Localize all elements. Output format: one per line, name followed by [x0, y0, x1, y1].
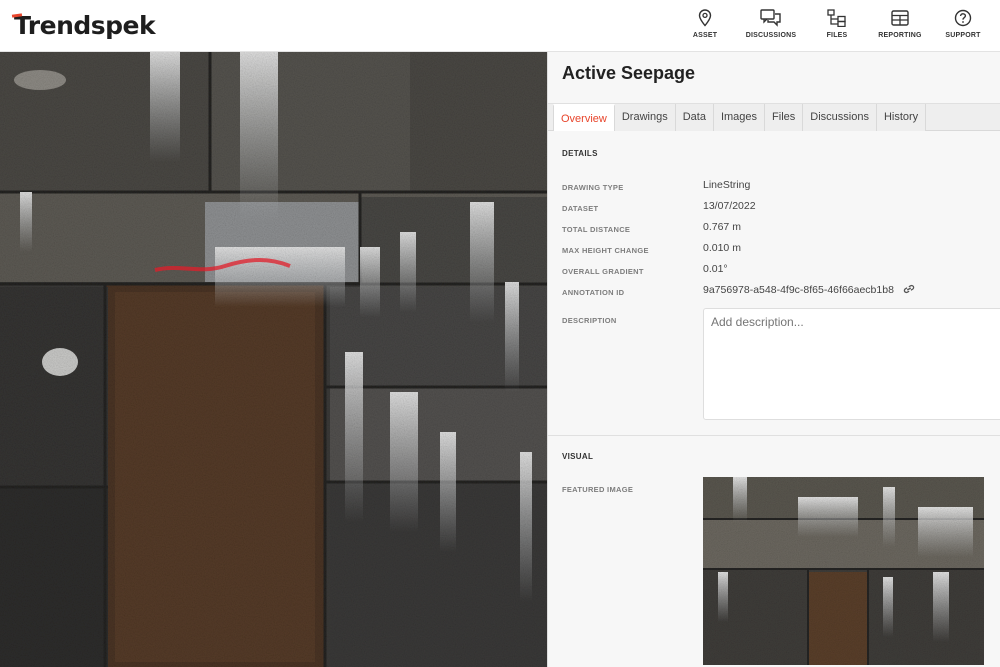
tab-discussions[interactable]: Discussions — [803, 104, 877, 131]
dataset-value: 13/07/2022 — [703, 200, 756, 212]
featured-image[interactable] — [703, 477, 984, 665]
annotation-id-value: 9a756978-a548-4f9c-8f65-46f66aecb1b8 — [703, 284, 894, 296]
tab-images[interactable]: Images — [713, 104, 766, 131]
nav-asset[interactable]: ASSET — [676, 8, 734, 39]
tab-drawings[interactable]: Drawings — [614, 104, 676, 131]
wall-photo — [0, 52, 547, 667]
nav-support-label: SUPPORT — [945, 32, 981, 39]
drawing-type-value: LineString — [703, 179, 751, 191]
image-viewer[interactable] — [0, 52, 547, 667]
details-panel: Active Seepage Overview Drawings Data Im… — [547, 52, 1000, 667]
description-field[interactable] — [703, 308, 1000, 420]
table-icon — [868, 8, 932, 28]
total-distance-label: TOTAL DISTANCE — [562, 225, 631, 234]
details-heading: DETAILS — [562, 149, 598, 158]
description-label: DESCRIPTION — [562, 316, 617, 325]
nav-discussions[interactable]: DISCUSSIONS — [736, 8, 806, 39]
max-height-change-label: MAX HEIGHT CHANGE — [562, 246, 649, 255]
folder-tree-icon — [808, 8, 866, 28]
nav-support[interactable]: SUPPORT — [934, 8, 992, 39]
top-bar: Trendspek ASSET DISCUSSIONS FILES REPORT… — [0, 0, 1000, 52]
section-divider — [548, 435, 1000, 436]
total-distance-value: 0.767 m — [703, 221, 741, 233]
nav-files-label: FILES — [826, 32, 848, 39]
help-circle-icon — [934, 8, 992, 28]
nav-files[interactable]: FILES — [808, 8, 866, 39]
nav-asset-label: ASSET — [692, 32, 718, 39]
max-height-change-value: 0.010 m — [703, 242, 741, 254]
tab-bar: Overview Drawings Data Images Files Disc… — [548, 103, 1000, 131]
map-pin-icon — [676, 8, 734, 28]
page-title: Active Seepage — [562, 63, 696, 83]
featured-image-thumbnail — [703, 477, 984, 665]
trendspek-logo[interactable]: Trendspek — [11, 11, 156, 40]
annotation-id-label: ANNOTATION ID — [562, 288, 625, 297]
copy-link-icon[interactable] — [903, 284, 915, 297]
annotation-id-row: 9a756978-a548-4f9c-8f65-46f66aecb1b8 — [703, 284, 915, 297]
dataset-label: DATASET — [562, 204, 599, 213]
chat-bubbles-icon — [736, 8, 806, 28]
drawing-type-label: DRAWING TYPE — [562, 183, 624, 192]
nav-reporting[interactable]: REPORTING — [868, 8, 932, 39]
tab-overview[interactable]: Overview — [553, 104, 615, 131]
overall-gradient-value: 0.01° — [703, 263, 728, 275]
tab-files[interactable]: Files — [765, 104, 804, 131]
nav-discussions-label: DISCUSSIONS — [745, 32, 797, 39]
logo-text: Trendspek — [14, 11, 156, 40]
featured-image-label: FEATURED IMAGE — [562, 485, 634, 494]
nav-reporting-label: REPORTING — [878, 32, 922, 39]
tab-history[interactable]: History — [876, 104, 927, 131]
overall-gradient-label: OVERALL GRADIENT — [562, 267, 644, 276]
description-input[interactable] — [704, 309, 1000, 335]
tab-data[interactable]: Data — [675, 104, 714, 131]
visual-heading: VISUAL — [562, 452, 594, 461]
main-nav: ASSET DISCUSSIONS FILES REPORTING SUPPOR… — [674, 8, 992, 39]
